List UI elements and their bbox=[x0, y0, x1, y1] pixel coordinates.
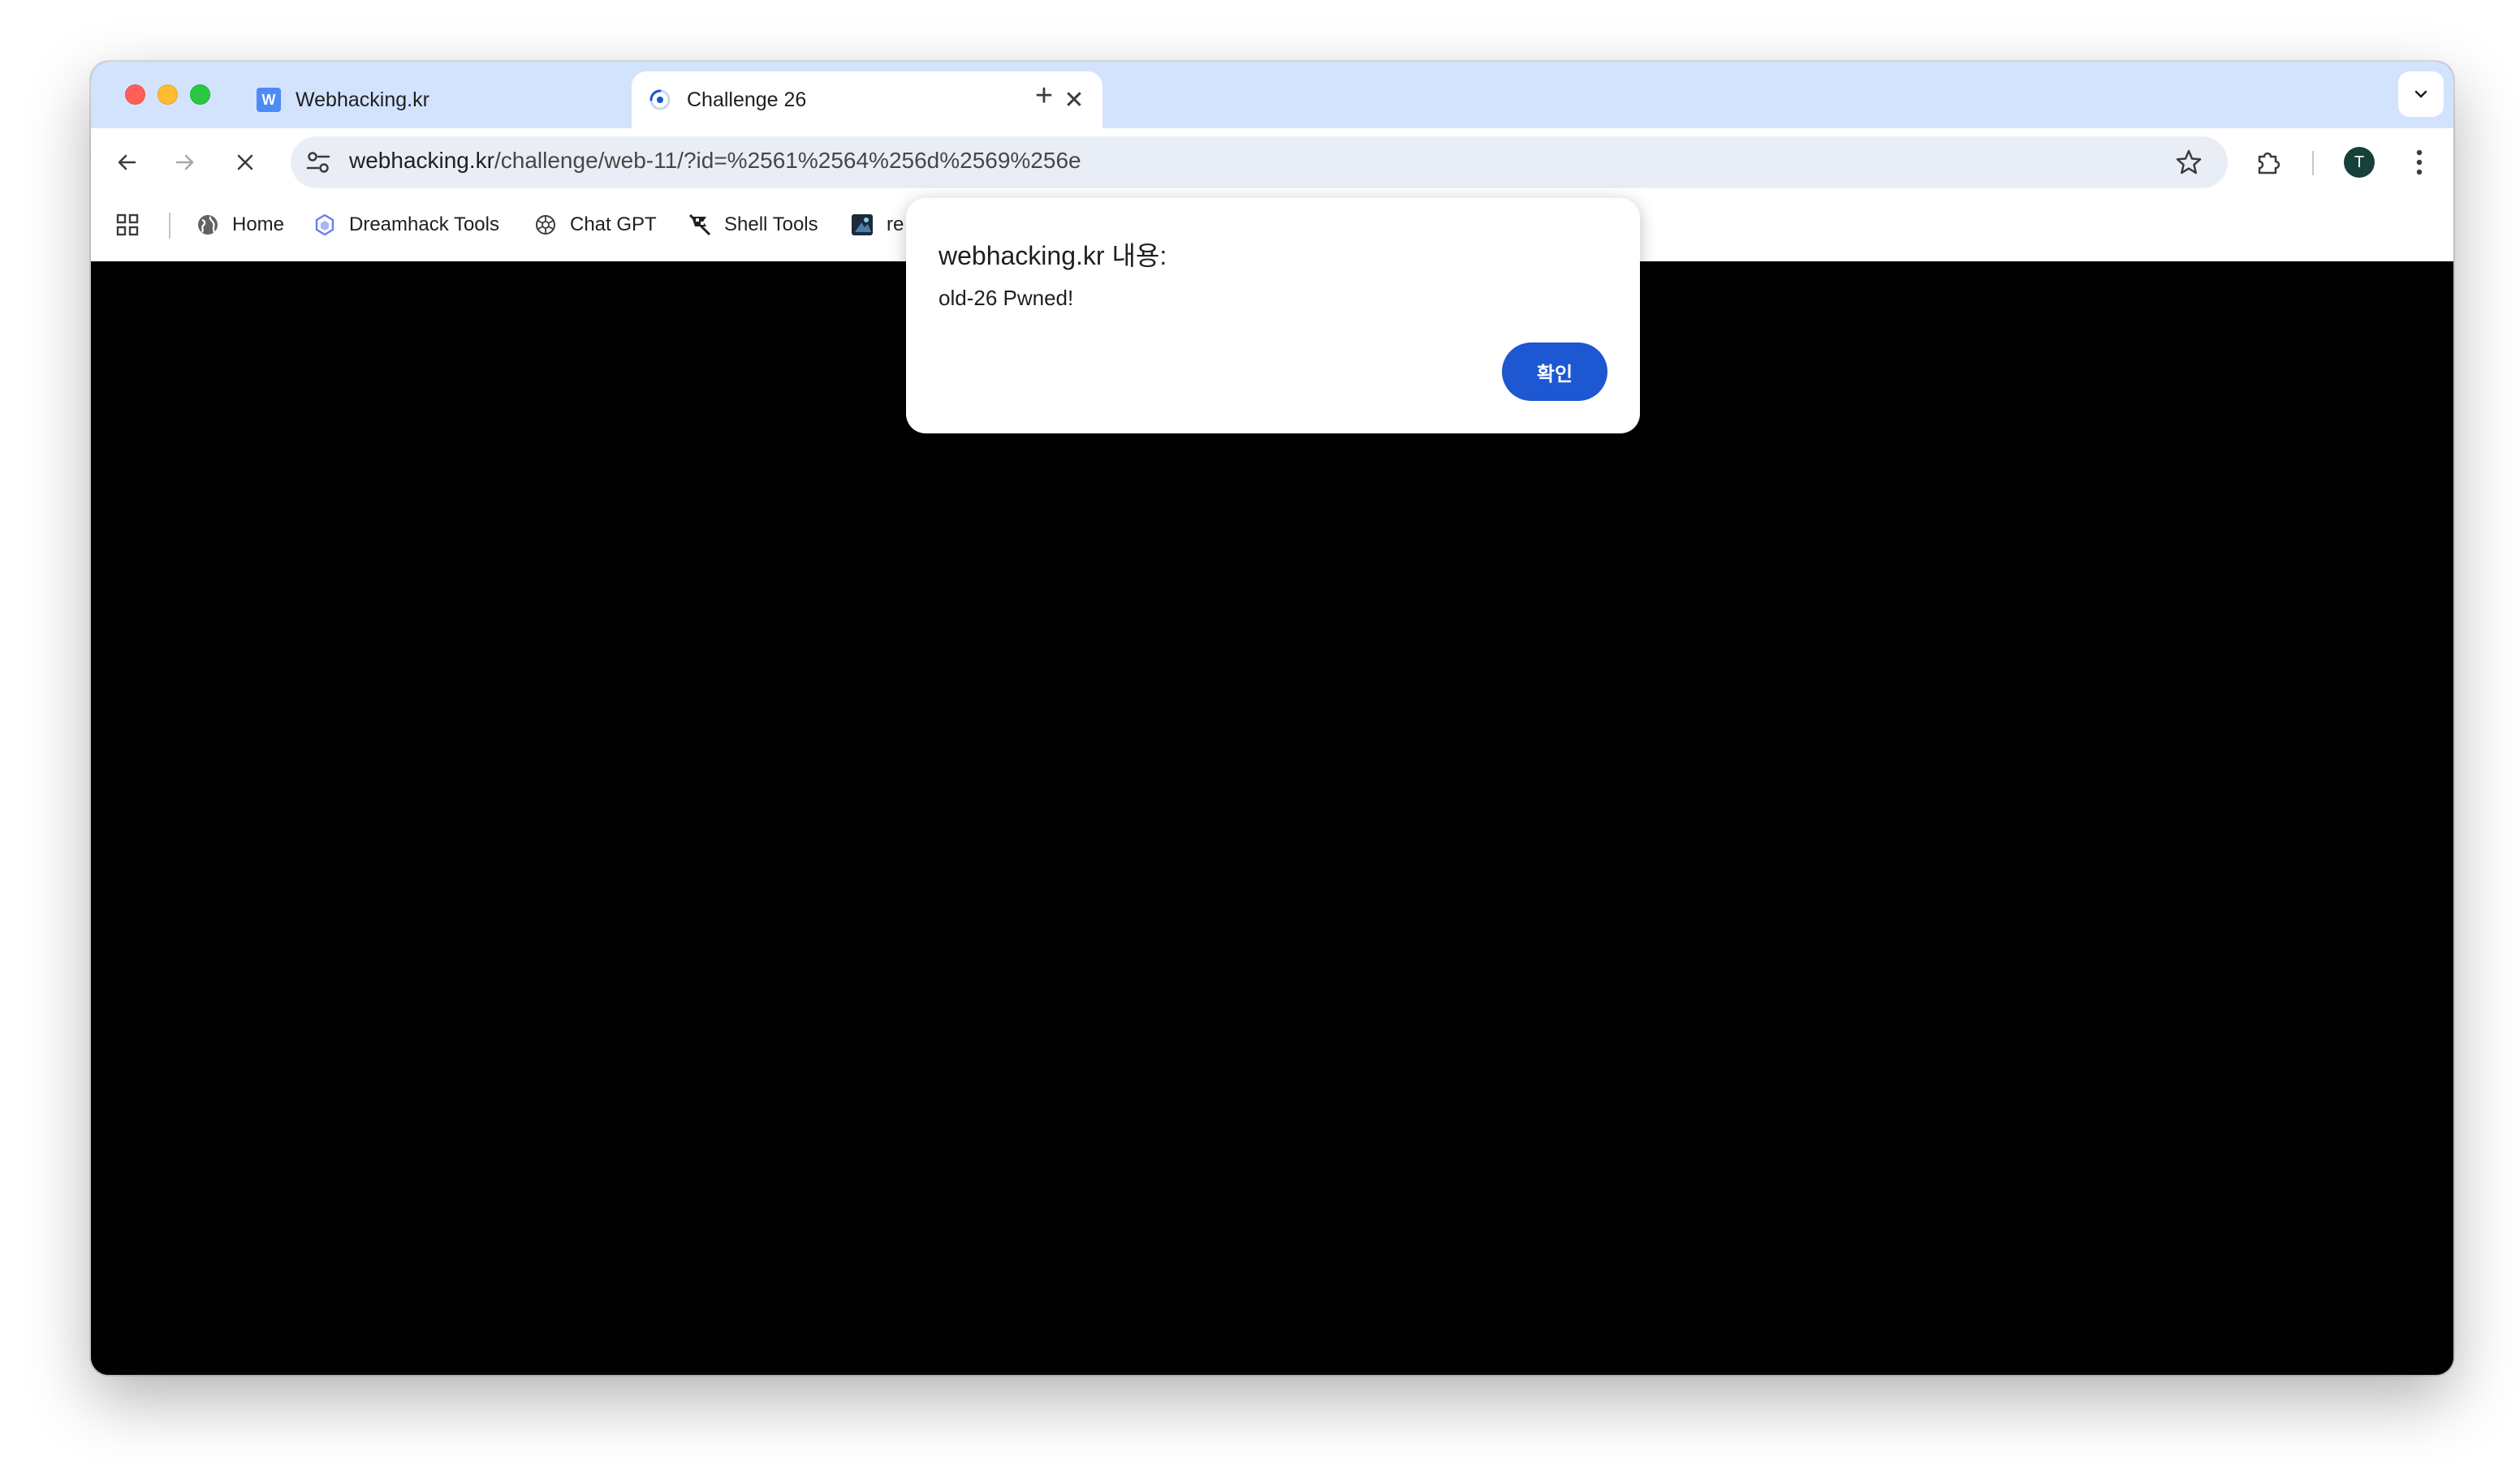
new-tab-button[interactable]: + bbox=[1026, 78, 1062, 114]
apps-button[interactable] bbox=[115, 206, 140, 243]
bookmark-label: Shell Tools bbox=[724, 213, 818, 235]
loading-spinner-icon bbox=[648, 88, 672, 112]
flag-icon bbox=[687, 212, 713, 238]
bookmark-re[interactable]: re bbox=[849, 206, 904, 243]
minimize-window-button[interactable] bbox=[158, 84, 178, 105]
forward-button[interactable] bbox=[162, 140, 208, 185]
chevron-down-icon bbox=[2414, 90, 2427, 98]
tab-search-button[interactable] bbox=[2398, 71, 2444, 117]
apps-grid-icon bbox=[116, 213, 139, 236]
avatar: T bbox=[2344, 147, 2375, 178]
openai-icon bbox=[533, 212, 559, 238]
bookmark-label: re bbox=[887, 213, 904, 235]
url-host: webhacking.kr bbox=[349, 148, 494, 173]
profile-button[interactable]: T bbox=[2333, 136, 2385, 188]
browser-window: W Webhacking.kr ✕ Challenge 26 ✕ + bbox=[91, 62, 2453, 1375]
bookmark-label: Dreamhack Tools bbox=[349, 213, 499, 235]
close-window-button[interactable] bbox=[125, 84, 145, 105]
bookmark-chat-gpt[interactable]: Chat GPT bbox=[533, 206, 657, 243]
bookmark-home[interactable]: Home bbox=[195, 206, 284, 243]
url-path: /challenge/web-11/?id=%2561%2564%256d%25… bbox=[494, 148, 1081, 173]
tab-title: Challenge 26 bbox=[687, 88, 807, 111]
puzzle-icon bbox=[2258, 152, 2281, 174]
bookmark-label: Home bbox=[232, 213, 285, 235]
stop-loading-button[interactable] bbox=[222, 140, 268, 185]
back-arrow-icon bbox=[118, 154, 136, 170]
bookmarks-divider bbox=[169, 213, 170, 239]
back-button[interactable] bbox=[104, 140, 149, 185]
close-tab-icon[interactable]: ✕ bbox=[1062, 87, 1086, 114]
bookmark-shell-tools[interactable]: Shell Tools bbox=[687, 206, 818, 243]
alert-dialog: webhacking.kr 내용: old-26 Pwned! 확인 bbox=[906, 198, 1640, 433]
webhacking-favicon-icon: W bbox=[257, 88, 281, 112]
bookmark-dreamhack-tools[interactable]: Dreamhack Tools bbox=[312, 206, 499, 243]
app-icon bbox=[849, 212, 875, 238]
tab-title: Webhacking.kr bbox=[296, 88, 429, 111]
menu-button[interactable] bbox=[2393, 136, 2445, 188]
forward-arrow-icon bbox=[175, 154, 194, 170]
tab-strip: W Webhacking.kr ✕ Challenge 26 ✕ + bbox=[91, 62, 2453, 128]
more-vertical-icon bbox=[2416, 149, 2423, 175]
bookmark-label: Chat GPT bbox=[570, 213, 657, 235]
extensions-button[interactable] bbox=[2242, 136, 2294, 188]
close-icon bbox=[237, 154, 253, 170]
dialog-title: webhacking.kr 내용: bbox=[939, 241, 1167, 270]
dialog-message: old-26 Pwned! bbox=[939, 286, 1074, 310]
globe-icon bbox=[195, 212, 221, 238]
address-bar[interactable]: webhacking.kr/challenge/web-11/?id=%2561… bbox=[291, 136, 2228, 188]
ok-button[interactable]: 확인 bbox=[1502, 342, 1607, 401]
maximize-window-button[interactable] bbox=[190, 84, 210, 105]
hexagon-icon bbox=[312, 212, 338, 238]
url-text[interactable]: webhacking.kr/challenge/web-11/?id=%2561… bbox=[349, 148, 1081, 174]
toolbar-divider bbox=[2312, 151, 2314, 175]
site-info-icon[interactable] bbox=[304, 148, 333, 177]
bookmark-star-icon[interactable] bbox=[2174, 148, 2203, 177]
